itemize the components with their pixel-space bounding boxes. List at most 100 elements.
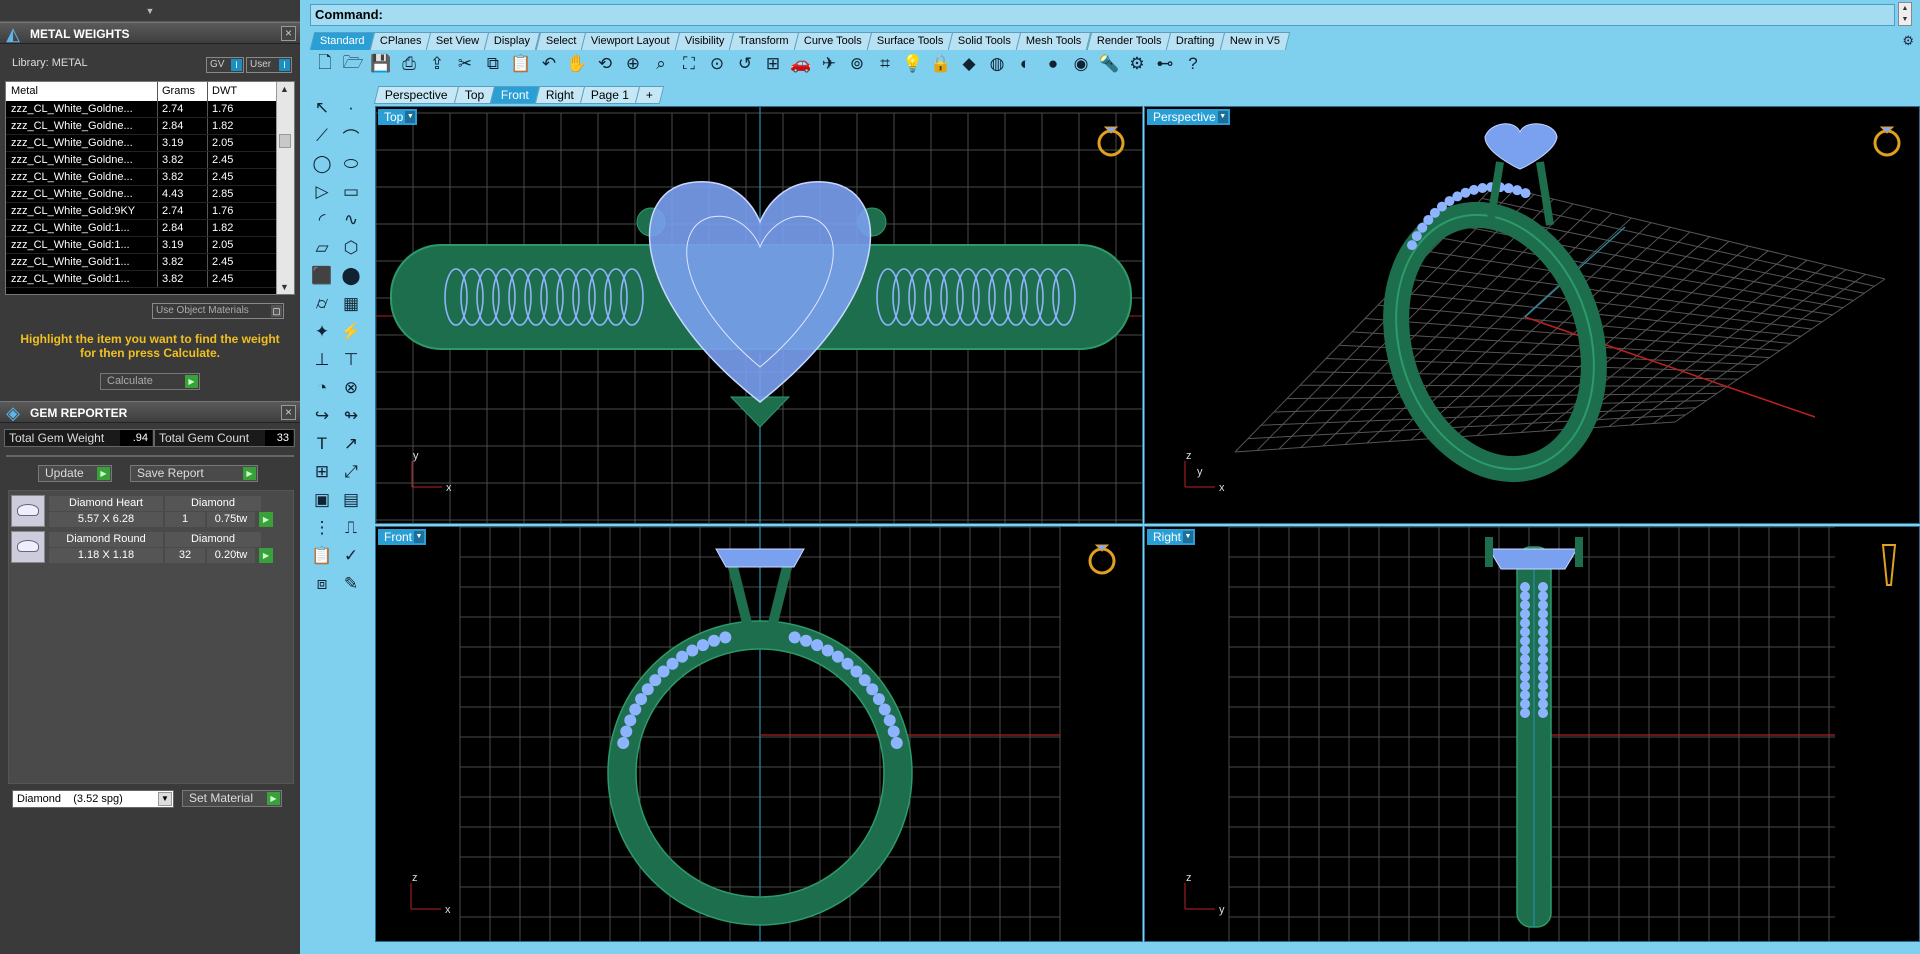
table-row[interactable]: zzz_CL_White_Goldne... 4.43 2.85 bbox=[6, 186, 294, 203]
viewport-tab-page-1[interactable]: Page 1 bbox=[579, 86, 641, 104]
viewport-label-top[interactable]: Top ▼ bbox=[378, 109, 418, 125]
light-icon[interactable]: 💡 bbox=[900, 51, 926, 77]
table-row[interactable]: zzz_CL_White_Goldne... 2.84 1.82 bbox=[6, 118, 294, 135]
arc-icon[interactable]: ◜ bbox=[309, 207, 335, 233]
gv-toggle[interactable]: GV I bbox=[206, 57, 244, 73]
viewport-tab-perspective[interactable]: Perspective bbox=[373, 86, 459, 104]
material-icon[interactable]: ◆ bbox=[956, 51, 982, 77]
select-gem-arrow-icon[interactable]: ▶ bbox=[259, 548, 273, 563]
material-select[interactable]: Diamond (3.52 spg) ▼ bbox=[12, 790, 174, 808]
rotate-view-icon[interactable]: ⟲ bbox=[592, 51, 618, 77]
tab-select[interactable]: Select bbox=[535, 32, 587, 50]
zoom-extents-icon[interactable]: ⛶ bbox=[676, 51, 702, 77]
tab-render-tools[interactable]: Render Tools bbox=[1086, 32, 1172, 50]
undo-view-icon[interactable]: ↺ bbox=[732, 51, 758, 77]
block-icon[interactable]: ▣ bbox=[309, 487, 335, 513]
tab-solid-tools[interactable]: Solid Tools bbox=[948, 32, 1022, 50]
gem-panel-splitter[interactable] bbox=[6, 455, 294, 457]
grid-array-icon[interactable]: ⋮ bbox=[309, 515, 335, 541]
tab-set-view[interactable]: Set View bbox=[425, 32, 490, 50]
sweep-icon[interactable]: ↪ bbox=[309, 403, 335, 429]
table-row[interactable]: zzz_CL_White_Gold:9KY 2.74 1.76 bbox=[6, 203, 294, 220]
clipboard-icon[interactable]: 📋 bbox=[309, 543, 335, 569]
update-button[interactable]: Update ▶ bbox=[38, 465, 112, 482]
save-report-button[interactable]: Save Report ▶ bbox=[130, 465, 258, 482]
paste-icon[interactable]: 📋 bbox=[508, 51, 534, 77]
viewport-label-front[interactable]: Front ▼ bbox=[378, 529, 427, 545]
named-view-icon[interactable]: ⊚ bbox=[844, 51, 870, 77]
sphere-icon[interactable]: ◉ bbox=[1068, 51, 1094, 77]
boolean-icon[interactable]: ⊗ bbox=[338, 375, 364, 401]
metal-table[interactable]: Metal Grams DWT zzz_CL_White_Goldne... 2.… bbox=[5, 81, 295, 295]
tab-mesh-tools[interactable]: Mesh Tools bbox=[1016, 32, 1093, 50]
undo-icon[interactable]: ↶ bbox=[536, 51, 562, 77]
shade-icon[interactable]: ◐ bbox=[1012, 51, 1038, 77]
analysis-icon[interactable]: ⎍ bbox=[338, 515, 364, 541]
extrude-icon[interactable]: ⬡ bbox=[338, 235, 364, 261]
viewport-label-right[interactable]: Right ▼ bbox=[1147, 529, 1196, 545]
four-viewports-icon[interactable]: ⊞ bbox=[760, 51, 786, 77]
rectangle-icon[interactable]: ▭ bbox=[338, 179, 364, 205]
viewport-front[interactable]: z x Front ▼ bbox=[375, 526, 1143, 942]
tab-drafting[interactable]: Drafting bbox=[1166, 32, 1226, 50]
mesh-icon[interactable]: ▦ bbox=[338, 291, 364, 317]
table-row[interactable]: zzz_CL_White_Gold:1... 3.82 2.45 bbox=[6, 254, 294, 271]
move-icon[interactable]: ⊥ bbox=[309, 347, 335, 373]
grid-snap-icon[interactable]: ⌗ bbox=[872, 51, 898, 77]
surface-icon[interactable]: ▱ bbox=[309, 235, 335, 261]
copy-icon[interactable]: ⧉ bbox=[480, 51, 506, 77]
flashlight-icon[interactable]: 🔦 bbox=[1096, 51, 1122, 77]
cube-icon[interactable]: ⧈ bbox=[309, 571, 335, 597]
freeform-icon[interactable]: ∿ bbox=[338, 207, 364, 233]
help-icon[interactable]: ? bbox=[1180, 51, 1206, 77]
render-icon[interactable]: ● bbox=[1040, 51, 1066, 77]
point-icon[interactable]: · bbox=[338, 95, 364, 121]
tab-curve-tools[interactable]: Curve Tools bbox=[793, 32, 873, 50]
color-wheel-icon[interactable]: ◍ bbox=[984, 51, 1010, 77]
zoom-icon[interactable]: ⊕ bbox=[620, 51, 646, 77]
gear-icon[interactable]: ⚙ bbox=[1902, 33, 1914, 49]
chevron-down-icon[interactable]: ▼ bbox=[1183, 531, 1194, 543]
set-material-button[interactable]: Set Material ▶ bbox=[182, 790, 282, 807]
table-row[interactable]: zzz_CL_White_Goldne... 2.74 1.76 bbox=[6, 101, 294, 118]
text-icon[interactable]: T bbox=[309, 431, 335, 457]
column-metal[interactable]: Metal bbox=[6, 82, 158, 101]
viewport-top[interactable]: y x Top ▼ bbox=[375, 106, 1143, 524]
viewport-tab-front[interactable]: Front bbox=[489, 86, 541, 104]
zoom-selected-icon[interactable]: ⊙ bbox=[704, 51, 730, 77]
panel-collapse-top[interactable]: ▼ bbox=[0, 0, 300, 22]
ellipse-icon[interactable]: ⬭ bbox=[338, 151, 364, 177]
dimension-icon[interactable]: ⊷ bbox=[1152, 51, 1178, 77]
select-arrow-icon[interactable]: ↖ bbox=[309, 95, 335, 121]
zoom-window-icon[interactable]: ⌕ bbox=[648, 51, 674, 77]
align-icon[interactable]: ⊤ bbox=[338, 347, 364, 373]
command-scrollbar[interactable]: ▲ ▼ bbox=[1898, 2, 1912, 26]
fillet-icon[interactable]: ◔ bbox=[309, 375, 335, 401]
gem-icon[interactable]: ✦ bbox=[309, 319, 335, 345]
viewport-right[interactable]: z y Right ▼ bbox=[1144, 526, 1920, 942]
save-icon[interactable]: 💾 bbox=[368, 51, 394, 77]
scroll-thumb[interactable] bbox=[279, 134, 291, 148]
user-toggle[interactable]: User I bbox=[246, 57, 292, 73]
scroll-down-icon[interactable]: ▼ bbox=[280, 282, 289, 292]
tab-cplanes[interactable]: CPlanes bbox=[369, 32, 432, 50]
chevron-down-icon[interactable]: ▼ bbox=[405, 111, 416, 123]
tab-visibility[interactable]: Visibility bbox=[674, 32, 735, 50]
chevron-down-icon[interactable]: ▼ bbox=[414, 531, 425, 543]
scroll-up-icon[interactable]: ▲ bbox=[280, 84, 289, 94]
cylinder-icon[interactable]: ⌭ bbox=[309, 291, 335, 317]
table-row[interactable]: zzz_CL_White_Gold:1... 2.84 1.82 bbox=[6, 220, 294, 237]
open-icon[interactable]: 🗁 bbox=[340, 51, 366, 77]
polyline-icon[interactable]: ⟋ bbox=[309, 123, 335, 149]
gear-icon[interactable]: ⚙ bbox=[1124, 51, 1150, 77]
viewport-tab-top[interactable]: Top bbox=[453, 86, 496, 104]
cut-icon[interactable]: ✂ bbox=[452, 51, 478, 77]
table-row[interactable]: zzz_CL_White_Goldne... 3.82 2.45 bbox=[6, 169, 294, 186]
table-row[interactable]: zzz_CL_White_Gold:1... 3.19 2.05 bbox=[6, 237, 294, 254]
hatch-icon[interactable]: ▤ bbox=[338, 487, 364, 513]
lightning-icon[interactable]: ⚡ bbox=[338, 319, 364, 345]
gem-row[interactable]: Diamond Round 1.18 X 1.18 Diamond 32 0.2… bbox=[9, 529, 273, 565]
tab-display[interactable]: Display bbox=[484, 32, 541, 50]
select-gem-arrow-icon[interactable]: ▶ bbox=[259, 512, 273, 527]
gem-row[interactable]: Diamond Heart 5.57 X 6.28 Diamond 1 0.75… bbox=[9, 493, 273, 529]
